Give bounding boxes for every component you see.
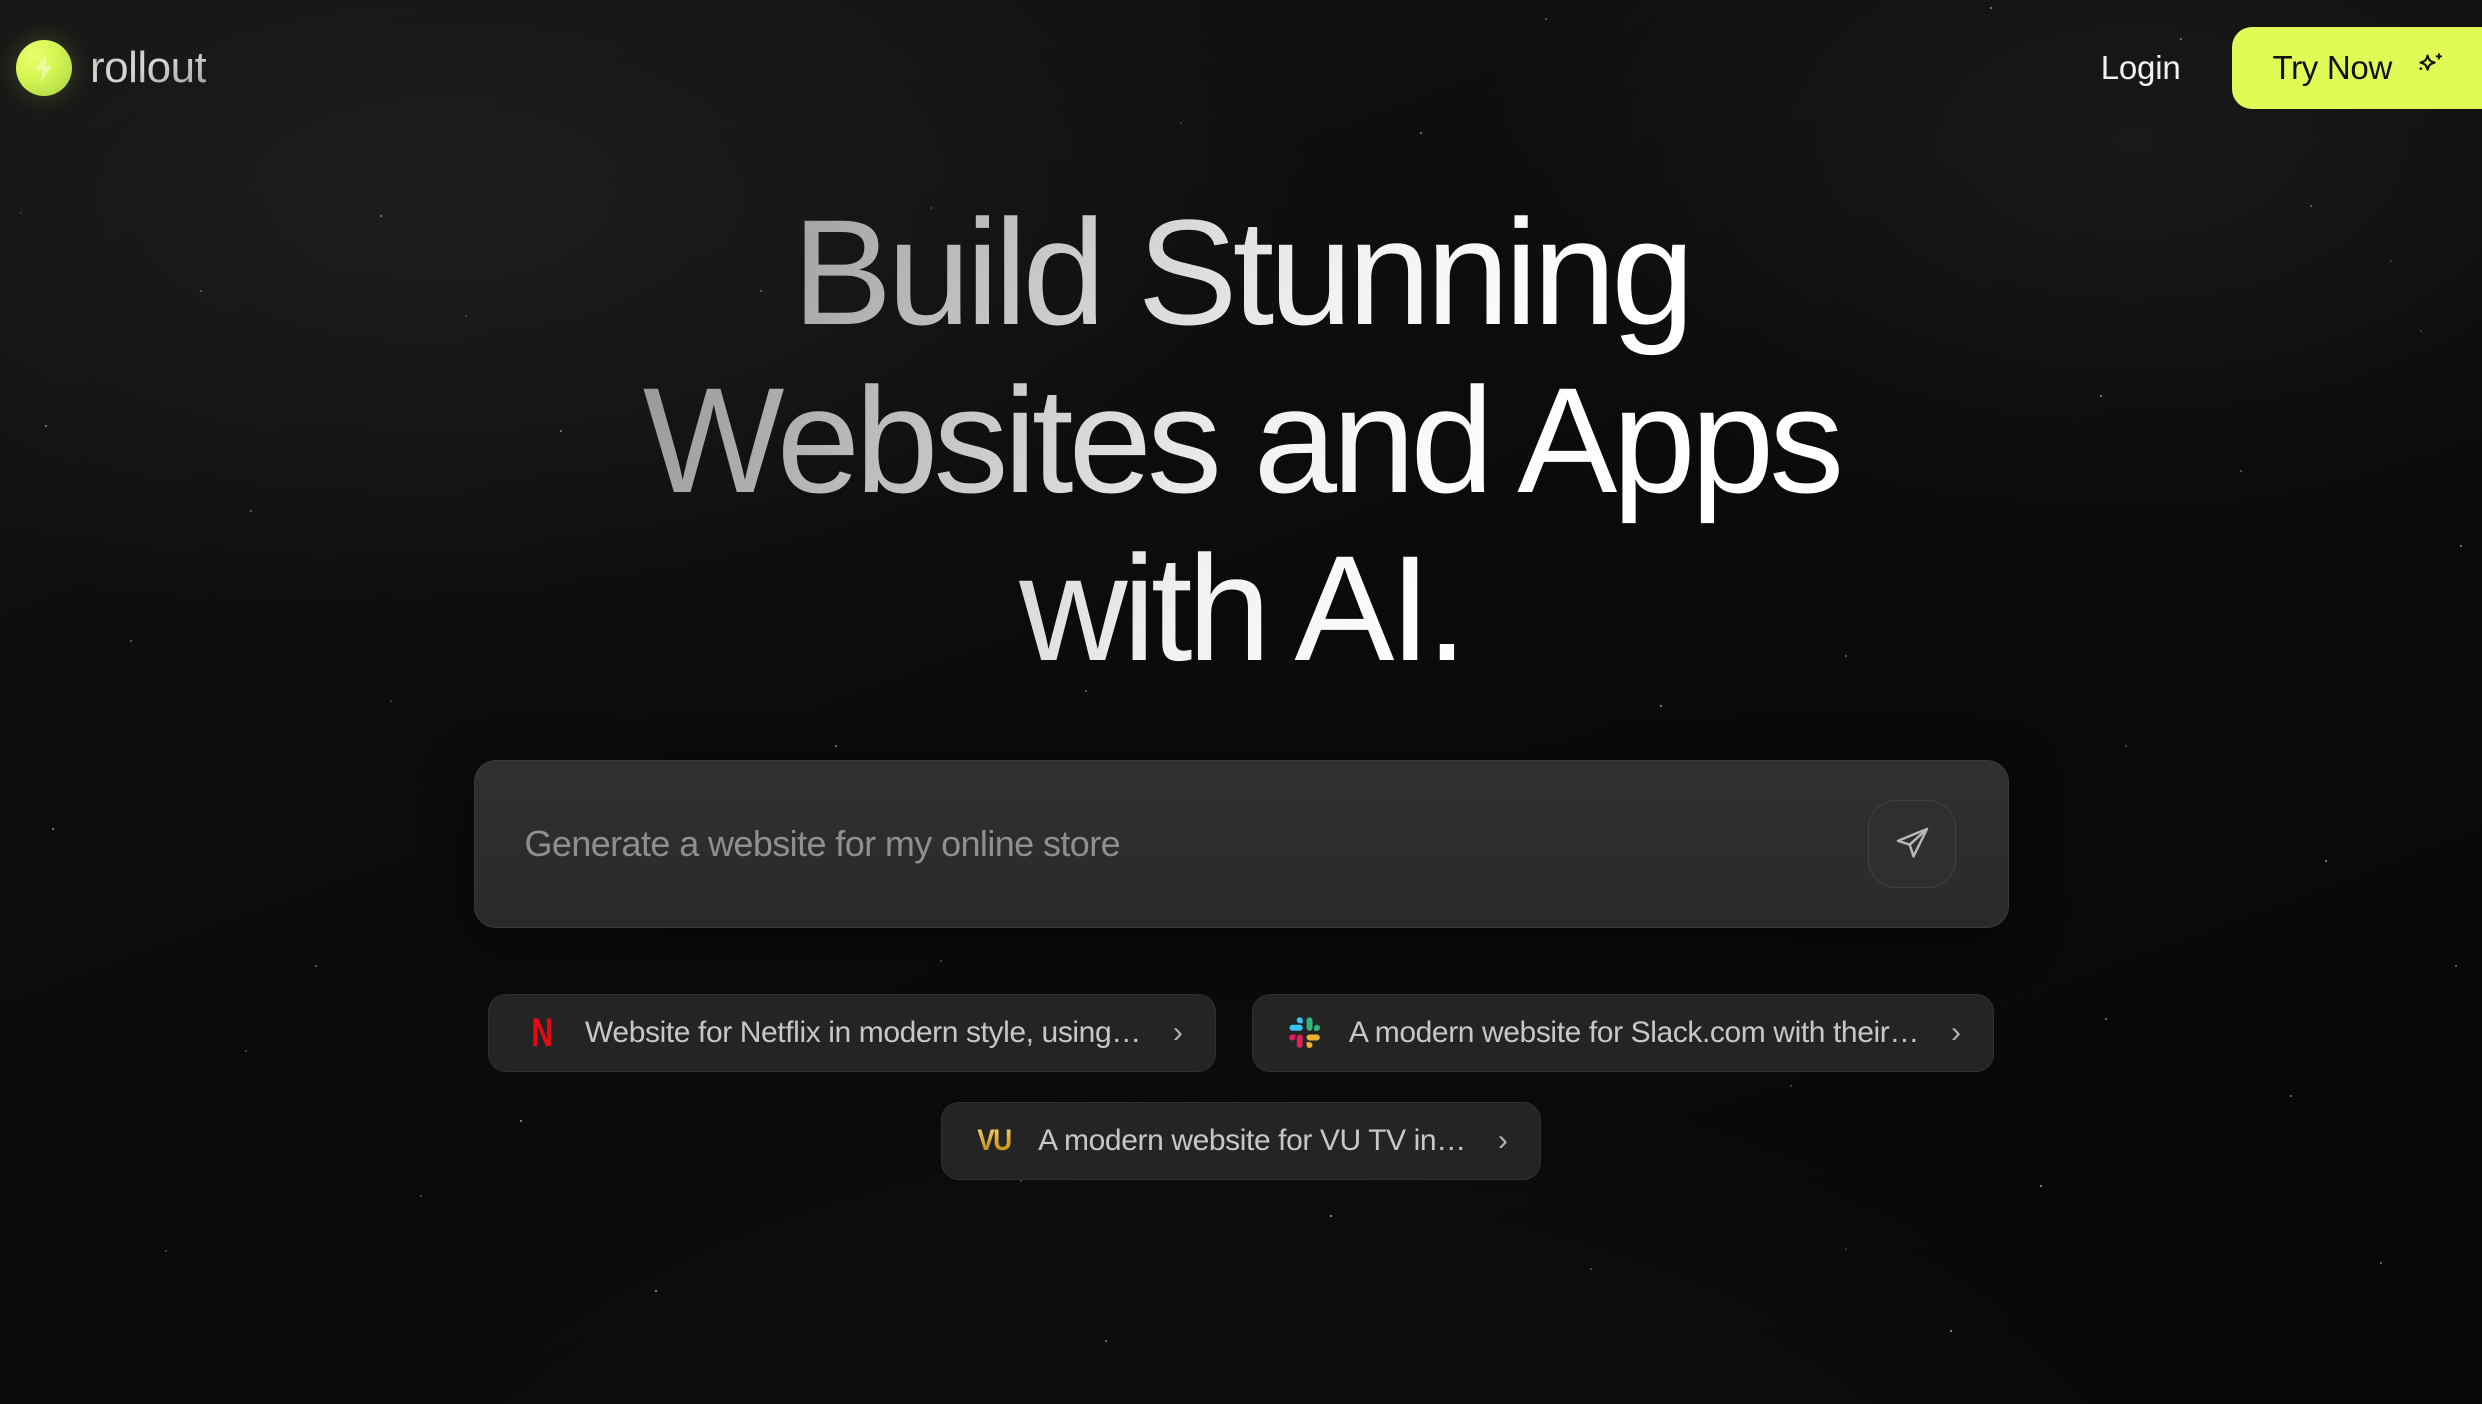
chevron-right-icon: › — [1497, 1124, 1508, 1157]
netflix-logo-icon: N — [531, 1011, 552, 1055]
brand-name: rollout — [90, 43, 207, 92]
site-header: rollout Login Try Now — [0, 0, 2482, 136]
suggestion-chip-label: Website for Netflix in modern style, usi… — [585, 1016, 1141, 1049]
suggestion-chips-row-2: VU A modern website for VU TV in… › — [941, 1102, 1541, 1180]
slack-logo-icon — [1287, 1015, 1323, 1051]
send-paper-plane-icon — [1892, 824, 1932, 864]
brand-logo[interactable]: rollout — [16, 40, 207, 96]
page-title: Build Stunning Websites and Apps with AI… — [642, 188, 1844, 692]
prompt-panel[interactable] — [473, 760, 2009, 928]
send-button[interactable] — [1867, 800, 1956, 888]
hero-section: Build Stunning Websites and Apps with AI… — [0, 0, 2482, 1404]
suggestion-chip-netflix[interactable]: N Website for Netflix in modern style, u… — [488, 994, 1216, 1072]
login-link[interactable]: Login — [2101, 49, 2181, 87]
suggestion-chip-vu[interactable]: VU A modern website for VU TV in… › — [941, 1102, 1541, 1180]
suggestion-chip-label: A modern website for VU TV in… — [1038, 1124, 1466, 1157]
try-now-button[interactable]: Try Now — [2232, 27, 2482, 109]
suggestion-chip-label: A modern website for Slack.com with thei… — [1348, 1016, 1919, 1049]
chevron-right-icon: › — [1950, 1016, 1961, 1049]
chevron-right-icon: › — [1172, 1016, 1183, 1049]
suggestion-chip-slack[interactable]: A modern website for Slack.com with thei… — [1251, 994, 1994, 1072]
header-actions: Login Try Now — [2101, 27, 2482, 109]
suggestion-chips-row-1: N Website for Netflix in modern style, u… — [488, 994, 1994, 1072]
prompt-input[interactable] — [524, 823, 1868, 865]
try-now-label: Try Now — [2272, 49, 2392, 86]
lightning-bolt-icon — [16, 40, 72, 96]
sparkle-icon — [2412, 51, 2446, 85]
vu-logo-icon: VU — [977, 1124, 1013, 1157]
